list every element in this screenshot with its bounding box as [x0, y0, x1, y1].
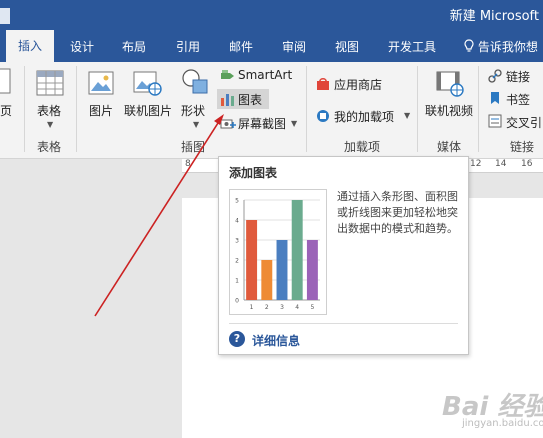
x-tick-label: 1	[250, 304, 254, 311]
table-button[interactable]: 表格	[37, 102, 61, 119]
bookmark-button[interactable]: 书签	[506, 91, 530, 108]
tab-layout[interactable]: 布局	[122, 38, 146, 55]
y-tick-label: 0	[235, 298, 239, 305]
x-tick-label: 3	[280, 304, 284, 311]
group-separator	[478, 66, 479, 152]
x-tick-label: 5	[310, 304, 314, 311]
chart-bar	[291, 200, 303, 300]
y-tick-label: 3	[235, 238, 239, 245]
links-group-label: 链接	[510, 140, 535, 154]
smartart-icon[interactable]	[220, 69, 236, 83]
group-separator	[24, 66, 25, 152]
cross-reference-icon[interactable]	[488, 114, 502, 128]
watermark-sub: jingyan.baidu.com	[462, 418, 543, 429]
chevron-down-icon[interactable]: ▼	[193, 120, 199, 129]
online-video-button[interactable]: 联机视频	[425, 102, 473, 119]
picture-button[interactable]: 图片	[89, 102, 113, 119]
y-tick-label: 4	[235, 218, 239, 225]
ruler-number: 16	[521, 159, 533, 169]
group-separator	[306, 66, 307, 152]
tab-view[interactable]: 视图	[335, 38, 359, 55]
illustrations-group-label: 插图	[181, 140, 206, 154]
window-title: 新建 Microsoft	[449, 9, 539, 24]
table-icon[interactable]	[36, 70, 64, 96]
chevron-down-icon[interactable]: ▼	[291, 119, 297, 128]
tooltip-divider	[229, 323, 458, 324]
ribbon: 页 表格 ▼ 表格 图片 联机图片 形状 ▼ SmartArt 图表 屏幕截图 …	[0, 62, 543, 159]
ruler-number: 14	[495, 159, 507, 169]
tab-references[interactable]: 引用	[176, 38, 200, 55]
picture-icon[interactable]	[88, 70, 114, 96]
y-tick-label: 1	[235, 278, 239, 285]
tell-me-label: 告诉我你想	[477, 40, 538, 54]
my-addins-icon[interactable]	[316, 109, 330, 123]
tooltip-description: 通过插入条形图、面积图或折线图来更加轻松地突出数据中的模式和趋势。	[337, 190, 458, 235]
chart-bar	[261, 260, 273, 300]
shapes-button[interactable]: 形状	[181, 102, 205, 119]
smartart-button[interactable]: SmartArt	[238, 68, 292, 82]
lightbulb-icon	[464, 39, 474, 52]
chart-tooltip: 添加图表 0 1 2 3 4 5 1 2 3 4 5 通过插入条形图、面积图或折线图来更加轻松地突出…	[218, 156, 469, 355]
x-tick-label: 2	[265, 304, 269, 311]
tab-mailings[interactable]: 邮件	[229, 38, 253, 55]
title-bar: 新建 Microsoft 插入 设计 布局 引用 邮件 审阅 视图 开发工具 告…	[0, 0, 543, 62]
tab-design[interactable]: 设计	[70, 38, 94, 55]
screenshot-icon[interactable]	[220, 116, 236, 130]
chart-bar	[276, 240, 288, 300]
ruler-number: 12	[470, 159, 482, 169]
media-group-label: 媒体	[437, 140, 462, 154]
group-separator	[417, 66, 418, 152]
link-icon[interactable]	[488, 69, 502, 83]
help-icon[interactable]: ?	[229, 331, 245, 347]
tab-developer[interactable]: 开发工具	[388, 38, 436, 55]
chart-preview-plot: 0 1 2 3 4 5 1 2 3 4 5	[235, 198, 320, 311]
page-icon	[0, 68, 11, 94]
chart-bar	[306, 240, 318, 300]
store-button[interactable]: 应用商店	[334, 76, 382, 93]
quick-access-toolbar[interactable]	[0, 8, 10, 24]
my-addins-button[interactable]: 我的加载项	[334, 108, 394, 125]
addins-group-label: 加载项	[344, 140, 381, 154]
link-button[interactable]: 链接	[506, 68, 530, 85]
shapes-icon[interactable]	[181, 68, 211, 96]
online-picture-button[interactable]: 联机图片	[124, 102, 172, 119]
online-video-icon[interactable]	[436, 69, 464, 97]
chart-preview: 0 1 2 3 4 5 1 2 3 4 5	[229, 189, 327, 315]
ruler-number: 8	[185, 159, 191, 169]
chart-bar	[246, 220, 258, 300]
tooltip-title: 添加图表	[229, 166, 278, 180]
tell-me-search[interactable]: 告诉我你想	[464, 38, 538, 55]
bookmark-icon[interactable]	[488, 91, 502, 105]
tab-review[interactable]: 审阅	[282, 38, 306, 55]
pages-partial-label: 页	[0, 104, 13, 118]
x-tick-label: 4	[295, 304, 299, 311]
cross-reference-button[interactable]: 交叉引	[506, 114, 542, 131]
screenshot-button[interactable]: 屏幕截图	[238, 115, 286, 132]
chart-icon[interactable]	[220, 92, 236, 106]
tab-insert[interactable]: 插入	[6, 30, 54, 62]
chevron-down-icon[interactable]: ▼	[47, 120, 53, 129]
y-tick-label: 5	[235, 198, 239, 205]
y-tick-label: 2	[235, 258, 239, 265]
tables-group-label: 表格	[37, 140, 62, 154]
group-separator	[76, 66, 77, 152]
chart-button[interactable]: 图表	[238, 91, 262, 108]
chevron-down-icon[interactable]: ▼	[404, 111, 410, 120]
more-info-link[interactable]: 详细信息	[252, 332, 300, 349]
online-picture-icon[interactable]	[133, 70, 163, 96]
store-icon[interactable]	[316, 77, 330, 91]
